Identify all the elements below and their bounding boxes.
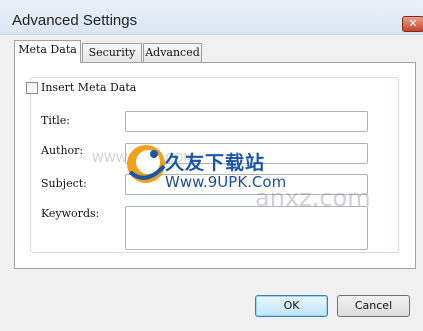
tab-label: Security <box>88 46 136 59</box>
watermark-url: Www.9UPK.Com <box>165 173 287 191</box>
title-input[interactable] <box>125 111 368 132</box>
close-button[interactable]: ✕ <box>402 16 423 32</box>
insert-meta-data-checkbox[interactable] <box>26 82 38 94</box>
window-title: Advanced Settings <box>12 12 138 29</box>
insert-meta-data-label: Insert Meta Data <box>41 81 137 94</box>
watermark-title: 久友下载站 <box>165 152 266 174</box>
tab-label: Advanced <box>145 46 200 59</box>
watermark-logo-icon <box>127 145 166 183</box>
tab-security[interactable]: Security <box>82 43 142 63</box>
keywords-textarea[interactable] <box>125 206 368 250</box>
tab-advanced[interactable]: Advanced <box>143 43 202 63</box>
close-icon: ✕ <box>408 17 418 30</box>
cancel-button[interactable]: Cancel <box>337 295 410 317</box>
keywords-label: Keywords: <box>41 207 100 220</box>
ok-button[interactable]: OK <box>255 295 328 317</box>
tab-meta-data[interactable]: Meta Data <box>14 40 81 63</box>
title-label: Title: <box>41 114 71 127</box>
tab-label: Meta Data <box>18 43 77 56</box>
title-bar: Advanced Settings ✕ <box>0 0 423 35</box>
author-label: Author: <box>41 144 84 157</box>
subject-label: Subject: <box>41 177 87 190</box>
